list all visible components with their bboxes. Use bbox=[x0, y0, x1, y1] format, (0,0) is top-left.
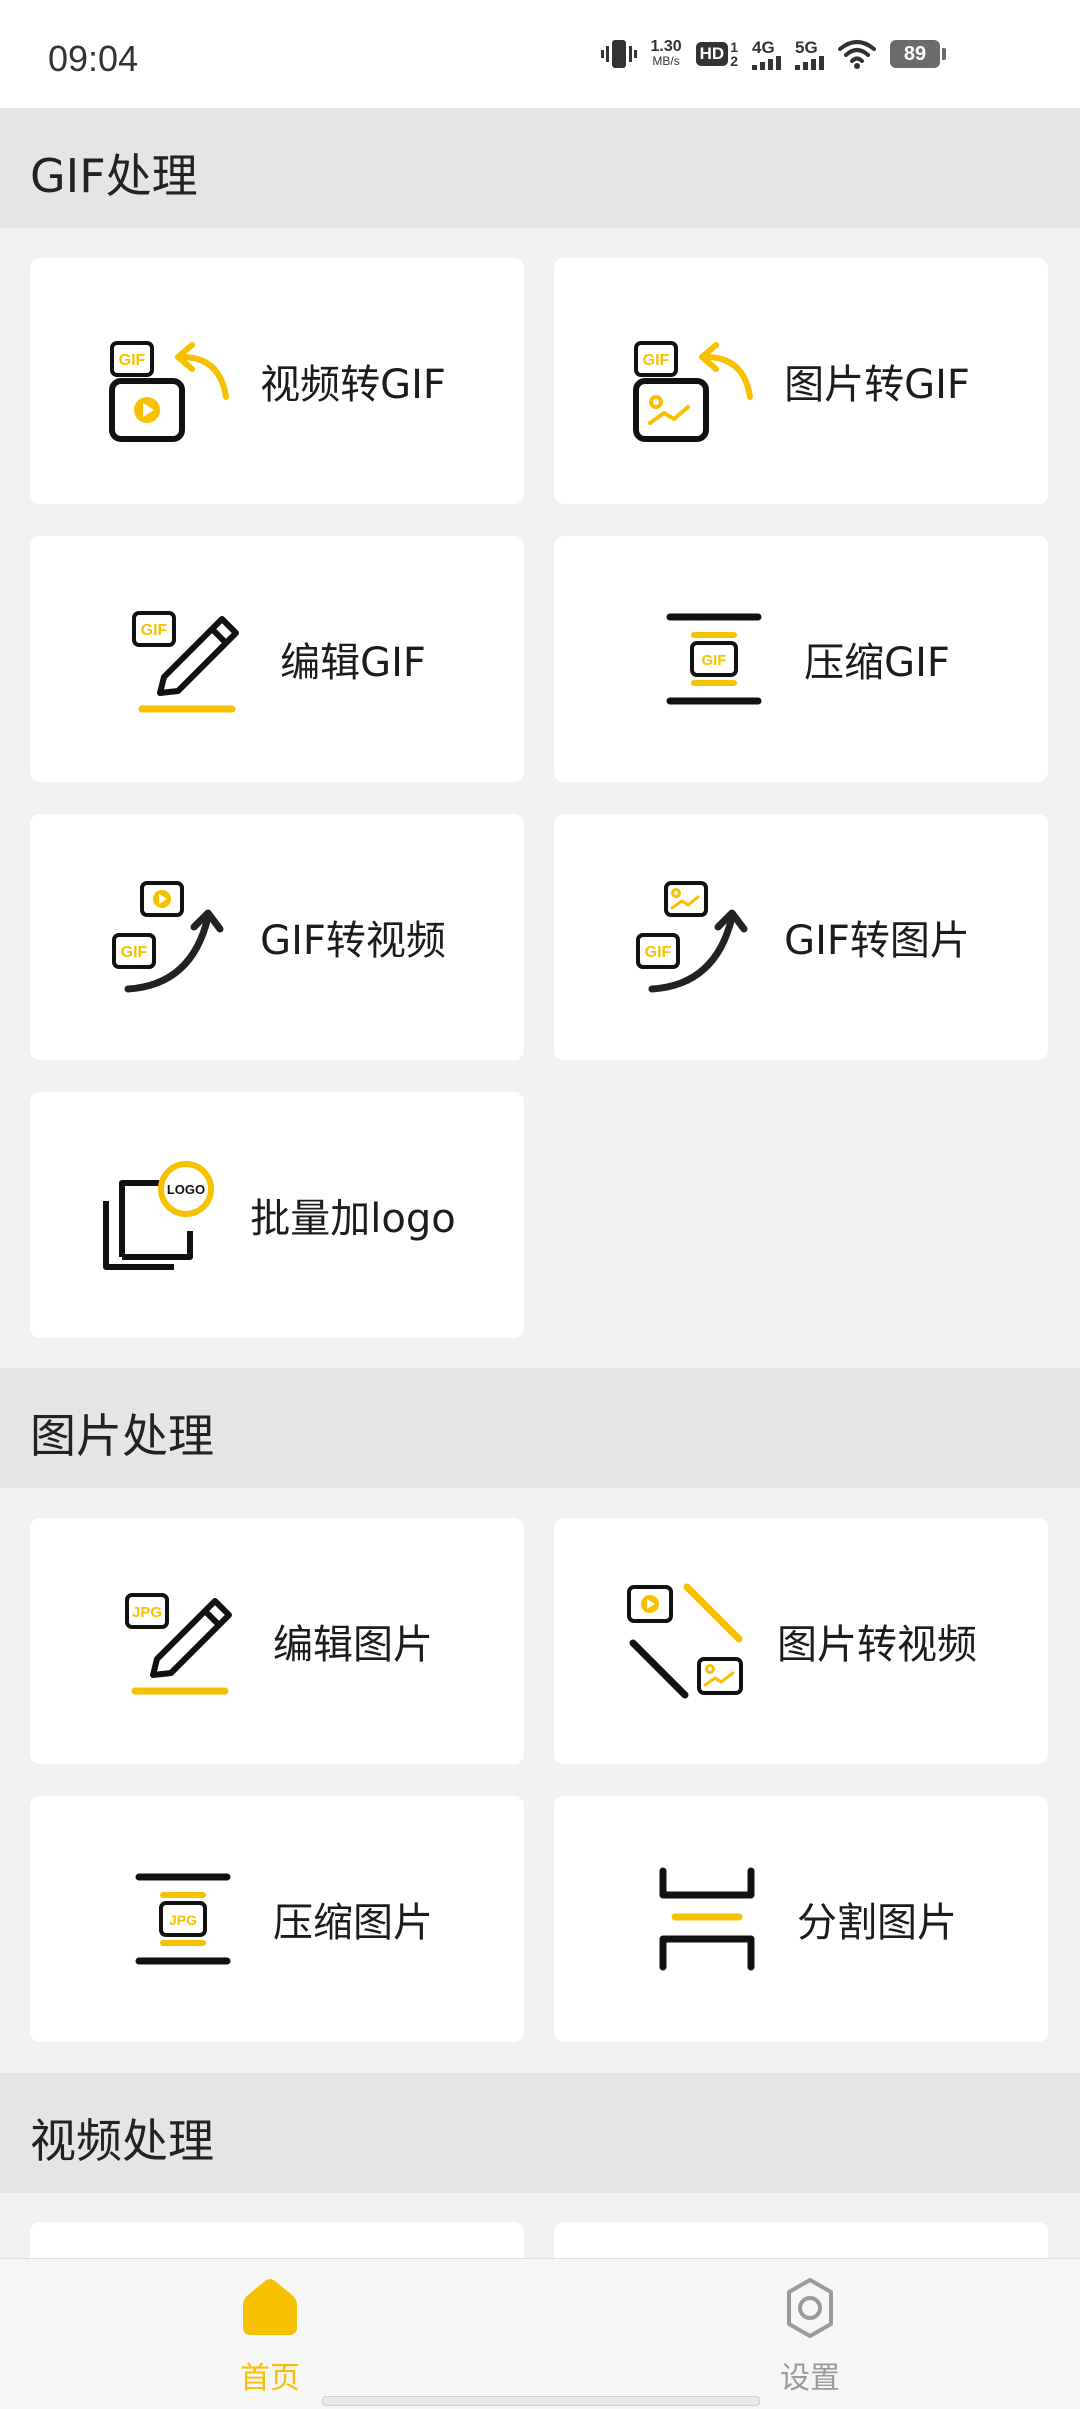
video-to-gif-label: 视频转GIF bbox=[260, 362, 446, 408]
status-icons: 1.30 MB/s HD 1 2 4G 5G 89 bbox=[600, 34, 946, 74]
hd-sub-top: 1 bbox=[730, 39, 738, 55]
nav-settings-label: 设置 bbox=[780, 2361, 840, 2396]
nav-home-label: 首页 bbox=[240, 2361, 300, 2396]
section-title-image: 图片处理 bbox=[30, 1409, 214, 1463]
svg-text:JPG: JPG bbox=[132, 1604, 162, 1621]
gif-to-image-label: GIF转图片 bbox=[784, 918, 970, 964]
gif-to-video-card[interactable]: GIF GIF转视频 bbox=[30, 814, 524, 1060]
image-to-gif-card[interactable]: GIF 图片转GIF bbox=[554, 258, 1048, 504]
nav-home[interactable]: 首页 bbox=[190, 2277, 350, 2397]
svg-text:GIF: GIF bbox=[141, 622, 168, 639]
signal-5g: 5G bbox=[795, 39, 824, 70]
svg-text:GIF: GIF bbox=[702, 652, 727, 669]
split-image-icon bbox=[659, 1867, 755, 1971]
video-to-gif-icon: GIF bbox=[109, 341, 230, 442]
section-header-video: 视频处理 bbox=[0, 2073, 1080, 2193]
image-to-gif-label: 图片转GIF bbox=[784, 362, 970, 408]
bottom-nav: 首页 设置 bbox=[0, 2258, 1080, 2409]
signal-4g-label: 4G bbox=[752, 37, 775, 57]
edit-image-card[interactable]: JPG 编辑图片 bbox=[30, 1518, 524, 1764]
wifi-icon bbox=[838, 39, 876, 69]
svg-text:GIF: GIF bbox=[643, 352, 670, 369]
section-title-gif: GIF处理 bbox=[30, 149, 198, 203]
video-to-gif-card[interactable]: GIF 视频转GIF bbox=[30, 258, 524, 504]
svg-text:GIF: GIF bbox=[645, 944, 672, 961]
svg-text:GIF: GIF bbox=[121, 944, 148, 961]
hd-badge: HD bbox=[695, 42, 729, 66]
signal-4g: 4G bbox=[752, 39, 781, 70]
signal-5g-label: 5G bbox=[795, 37, 818, 57]
compress-image-card[interactable]: JPG 压缩图片 bbox=[30, 1796, 524, 2042]
svg-text:JPG: JPG bbox=[169, 1912, 197, 1928]
settings-icon bbox=[787, 2278, 833, 2338]
gif-to-image-icon: GIF bbox=[636, 881, 748, 993]
status-bar: 09:04 1.30 MB/s HD 1 2 4G 5G 89 bbox=[0, 0, 1080, 108]
gif-to-video-icon: GIF bbox=[112, 881, 224, 993]
batch-logo-card[interactable]: LOGO 批量加logo bbox=[30, 1092, 524, 1338]
compress-gif-label: 压缩GIF bbox=[804, 640, 950, 686]
image-to-video-card[interactable]: 图片转视频 bbox=[554, 1518, 1048, 1764]
svg-text:GIF: GIF bbox=[119, 352, 146, 369]
compress-image-icon: JPG bbox=[135, 1873, 231, 1965]
home-icon bbox=[243, 2279, 297, 2335]
edit-gif-card[interactable]: GIF 编辑GIF bbox=[30, 536, 524, 782]
split-image-card[interactable]: 分割图片 bbox=[554, 1796, 1048, 2042]
batch-logo-icon: LOGO bbox=[103, 1161, 215, 1270]
image-to-video-icon bbox=[627, 1583, 743, 1699]
nav-settings[interactable]: 设置 bbox=[730, 2277, 890, 2397]
compress-gif-icon: GIF bbox=[666, 613, 762, 705]
edit-gif-label: 编辑GIF bbox=[280, 640, 426, 686]
edit-gif-icon: GIF bbox=[132, 611, 240, 713]
edit-image-label: 编辑图片 bbox=[273, 1622, 433, 1668]
signal-4g-bars bbox=[752, 55, 781, 70]
section-header-gif: GIF处理 bbox=[0, 108, 1080, 228]
net-speed: 1.30 MB/s bbox=[651, 39, 682, 69]
svg-text:LOGO: LOGO bbox=[167, 1182, 205, 1197]
image-to-gif-icon: GIF bbox=[633, 341, 754, 442]
vibrate-icon bbox=[600, 38, 637, 70]
compress-gif-card[interactable]: GIF 压缩GIF bbox=[554, 536, 1048, 782]
net-speed-unit: MB/s bbox=[652, 54, 680, 68]
compress-image-label: 压缩图片 bbox=[273, 1900, 433, 1946]
section-title-video: 视频处理 bbox=[30, 2114, 214, 2168]
batch-logo-label: 批量加logo bbox=[250, 1196, 456, 1242]
edit-image-icon: JPG bbox=[125, 1593, 232, 1695]
signal-5g-bars bbox=[795, 55, 824, 70]
net-speed-value: 1.30 bbox=[650, 38, 682, 55]
hd-sub-bottom: 2 bbox=[730, 53, 738, 69]
battery-indicator: 89 bbox=[890, 40, 946, 68]
gif-to-video-label: GIF转视频 bbox=[260, 918, 446, 964]
section-header-image: 图片处理 bbox=[0, 1368, 1080, 1488]
hd-indicator: HD 1 2 bbox=[695, 39, 738, 69]
image-to-video-label: 图片转视频 bbox=[777, 1622, 977, 1668]
split-image-label: 分割图片 bbox=[797, 1900, 957, 1946]
gif-to-image-card[interactable]: GIF GIF转图片 bbox=[554, 814, 1048, 1060]
home-indicator[interactable] bbox=[322, 2396, 760, 2406]
status-time: 09:04 bbox=[48, 38, 139, 79]
